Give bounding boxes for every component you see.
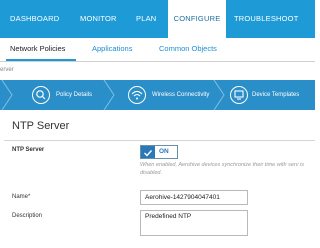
wizard-steps: Policy Details Wireless Connectivity Dev… [0, 80, 315, 110]
check-icon [144, 150, 153, 157]
description-label: Description [12, 213, 43, 219]
device-icon [230, 86, 248, 104]
nav-monitor[interactable]: MONITOR [80, 0, 117, 38]
wifi-icon [128, 86, 146, 104]
nav-dashboard[interactable]: DASHBOARD [10, 0, 59, 38]
page-title: NTP Server [12, 120, 70, 132]
ntp-help-text: When enabled, Aerohive devices synchroni… [140, 162, 304, 176]
sub-navigation: Network Policies Applications Common Obj… [0, 38, 315, 62]
nav-troubleshoot[interactable]: TROUBLESHOOT [234, 0, 299, 38]
tab-common-objects[interactable]: Common Objects [159, 38, 217, 61]
ntp-server-label: NTP Server [12, 147, 45, 153]
tab-network-policies[interactable]: Network Policies [10, 38, 65, 61]
tab-applications[interactable]: Applications [92, 38, 132, 61]
toggle-state-label: ON [159, 148, 169, 155]
step-policy-details[interactable]: Policy Details [56, 80, 92, 110]
toggle-knob [141, 146, 155, 158]
magnifier-icon [32, 86, 50, 104]
title-divider [4, 140, 315, 141]
step-wireless-connectivity[interactable]: Wireless Connectivity [152, 80, 209, 110]
name-label: Name* [12, 194, 31, 200]
top-navigation: DASHBOARD MONITOR PLAN CONFIGURE TROUBLE… [0, 0, 315, 38]
name-input[interactable]: Aerohive-1427904047401 [140, 190, 248, 205]
description-textarea[interactable]: Predefined NTP [140, 210, 248, 236]
breadcrumb[interactable]: erver [0, 63, 14, 77]
step-device-templates[interactable]: Device Templates [252, 80, 299, 110]
ntp-server-toggle[interactable]: ON [140, 145, 178, 159]
nav-plan[interactable]: PLAN [136, 0, 156, 38]
nav-configure[interactable]: CONFIGURE [168, 0, 226, 38]
active-tab-indicator [6, 59, 76, 61]
